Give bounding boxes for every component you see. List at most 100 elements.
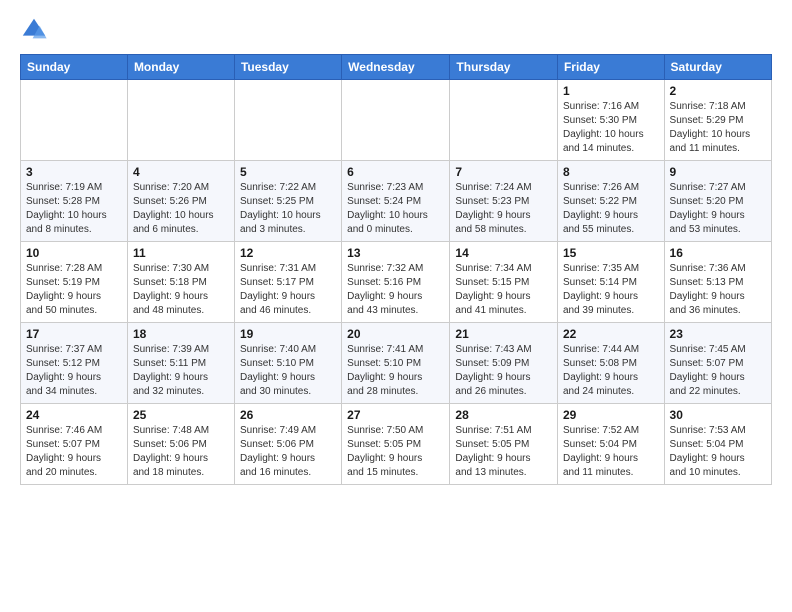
day-info: Sunrise: 7:28 AM Sunset: 5:19 PM Dayligh… (26, 262, 122, 318)
calendar-day-cell: 16 Sunrise: 7:36 AM Sunset: 5:13 PM Dayli… (664, 242, 771, 323)
day-number: 13 (347, 246, 444, 260)
day-number: 16 (670, 246, 766, 260)
day-info: Sunrise: 7:35 AM Sunset: 5:14 PM Dayligh… (563, 262, 659, 318)
day-info: Sunrise: 7:18 AM Sunset: 5:29 PM Dayligh… (670, 100, 766, 156)
calendar-day-cell: 28 Sunrise: 7:51 AM Sunset: 5:05 PM Dayli… (450, 404, 558, 485)
calendar-day-cell: 13Sunrise: 7:32 AM Sunset: 5:16 PM Dayli… (342, 242, 450, 323)
calendar-day-cell (234, 80, 341, 161)
day-number: 19 (240, 327, 336, 341)
calendar-day-cell: 7Sunrise: 7:24 AM Sunset: 5:23 PM Daylig… (450, 161, 558, 242)
calendar-day-cell: 12Sunrise: 7:31 AM Sunset: 5:17 PM Dayli… (234, 242, 341, 323)
calendar-day-cell: 18Sunrise: 7:39 AM Sunset: 5:11 PM Dayli… (127, 323, 234, 404)
calendar-day-cell: 10 Sunrise: 7:28 AM Sunset: 5:19 PM Dayli… (21, 242, 128, 323)
weekday-header: Tuesday (234, 55, 341, 80)
day-number: 23 (670, 327, 766, 341)
calendar-day-cell: 24Sunrise: 7:46 AM Sunset: 5:07 PM Dayli… (21, 404, 128, 485)
day-info: Sunrise: 7:23 AM Sunset: 5:24 PM Dayligh… (347, 181, 444, 237)
weekday-header: Wednesday (342, 55, 450, 80)
day-info: Sunrise: 7:49 AM Sunset: 5:06 PM Dayligh… (240, 424, 336, 480)
day-number: 3 (26, 165, 122, 179)
page: SundayMondayTuesdayWednesdayThursdayFrid… (0, 0, 792, 495)
calendar-day-cell: 21 Sunrise: 7:43 AM Sunset: 5:09 PM Dayli… (450, 323, 558, 404)
day-number: 18 (133, 327, 229, 341)
day-number: 20 (347, 327, 444, 341)
calendar-day-cell: 19 Sunrise: 7:40 AM Sunset: 5:10 PM Dayli… (234, 323, 341, 404)
day-number: 5 (240, 165, 336, 179)
day-number: 17 (26, 327, 122, 341)
day-number: 30 (670, 408, 766, 422)
day-info: Sunrise: 7:41 AM Sunset: 5:10 PM Dayligh… (347, 343, 444, 399)
calendar-day-cell: 20 Sunrise: 7:41 AM Sunset: 5:10 PM Dayli… (342, 323, 450, 404)
calendar-week-row: 1 Sunrise: 7:16 AM Sunset: 5:30 PM Daylig… (21, 80, 772, 161)
day-info: Sunrise: 7:27 AM Sunset: 5:20 PM Dayligh… (670, 181, 766, 237)
weekday-header: Friday (557, 55, 664, 80)
day-info: Sunrise: 7:51 AM Sunset: 5:05 PM Dayligh… (455, 424, 552, 480)
calendar-day-cell: 11 Sunrise: 7:30 AM Sunset: 5:18 PM Dayli… (127, 242, 234, 323)
calendar-day-cell: 27 Sunrise: 7:50 AM Sunset: 5:05 PM Dayli… (342, 404, 450, 485)
calendar-week-row: 3 Sunrise: 7:19 AM Sunset: 5:28 PM Daylig… (21, 161, 772, 242)
logo-icon (20, 16, 48, 44)
calendar-day-cell: 23 Sunrise: 7:45 AM Sunset: 5:07 PM Dayli… (664, 323, 771, 404)
calendar-week-row: 17 Sunrise: 7:37 AM Sunset: 5:12 PM Dayli… (21, 323, 772, 404)
calendar-day-cell (450, 80, 558, 161)
calendar-day-cell: 14 Sunrise: 7:34 AM Sunset: 5:15 PM Dayli… (450, 242, 558, 323)
day-number: 26 (240, 408, 336, 422)
calendar-day-cell: 29 Sunrise: 7:52 AM Sunset: 5:04 PM Dayli… (557, 404, 664, 485)
day-number: 1 (563, 84, 659, 98)
calendar-header-row: SundayMondayTuesdayWednesdayThursdayFrid… (21, 55, 772, 80)
day-number: 29 (563, 408, 659, 422)
day-info: Sunrise: 7:50 AM Sunset: 5:05 PM Dayligh… (347, 424, 444, 480)
weekday-header: Sunday (21, 55, 128, 80)
calendar-day-cell (21, 80, 128, 161)
weekday-header: Thursday (450, 55, 558, 80)
day-info: Sunrise: 7:22 AM Sunset: 5:25 PM Dayligh… (240, 181, 336, 237)
weekday-header: Monday (127, 55, 234, 80)
day-info: Sunrise: 7:36 AM Sunset: 5:13 PM Dayligh… (670, 262, 766, 318)
header (20, 16, 772, 44)
day-info: Sunrise: 7:43 AM Sunset: 5:09 PM Dayligh… (455, 343, 552, 399)
day-number: 6 (347, 165, 444, 179)
day-info: Sunrise: 7:31 AM Sunset: 5:17 PM Dayligh… (240, 262, 336, 318)
day-info: Sunrise: 7:37 AM Sunset: 5:12 PM Dayligh… (26, 343, 122, 399)
calendar-day-cell: 3 Sunrise: 7:19 AM Sunset: 5:28 PM Daylig… (21, 161, 128, 242)
day-number: 4 (133, 165, 229, 179)
day-info: Sunrise: 7:19 AM Sunset: 5:28 PM Dayligh… (26, 181, 122, 237)
day-info: Sunrise: 7:45 AM Sunset: 5:07 PM Dayligh… (670, 343, 766, 399)
calendar-day-cell: 4Sunrise: 7:20 AM Sunset: 5:26 PM Daylig… (127, 161, 234, 242)
day-info: Sunrise: 7:53 AM Sunset: 5:04 PM Dayligh… (670, 424, 766, 480)
day-number: 10 (26, 246, 122, 260)
day-number: 21 (455, 327, 552, 341)
day-info: Sunrise: 7:26 AM Sunset: 5:22 PM Dayligh… (563, 181, 659, 237)
day-number: 14 (455, 246, 552, 260)
day-info: Sunrise: 7:30 AM Sunset: 5:18 PM Dayligh… (133, 262, 229, 318)
calendar-day-cell: 17 Sunrise: 7:37 AM Sunset: 5:12 PM Dayli… (21, 323, 128, 404)
calendar-day-cell (342, 80, 450, 161)
calendar-day-cell: 5 Sunrise: 7:22 AM Sunset: 5:25 PM Daylig… (234, 161, 341, 242)
day-info: Sunrise: 7:52 AM Sunset: 5:04 PM Dayligh… (563, 424, 659, 480)
day-number: 28 (455, 408, 552, 422)
calendar-day-cell: 8 Sunrise: 7:26 AM Sunset: 5:22 PM Daylig… (557, 161, 664, 242)
day-info: Sunrise: 7:40 AM Sunset: 5:10 PM Dayligh… (240, 343, 336, 399)
day-info: Sunrise: 7:34 AM Sunset: 5:15 PM Dayligh… (455, 262, 552, 318)
logo (20, 16, 52, 44)
day-number: 24 (26, 408, 122, 422)
day-number: 27 (347, 408, 444, 422)
calendar-day-cell: 9 Sunrise: 7:27 AM Sunset: 5:20 PM Daylig… (664, 161, 771, 242)
day-number: 22 (563, 327, 659, 341)
calendar-day-cell: 22 Sunrise: 7:44 AM Sunset: 5:08 PM Dayli… (557, 323, 664, 404)
calendar-day-cell: 15 Sunrise: 7:35 AM Sunset: 5:14 PM Dayli… (557, 242, 664, 323)
day-info: Sunrise: 7:44 AM Sunset: 5:08 PM Dayligh… (563, 343, 659, 399)
calendar-day-cell (127, 80, 234, 161)
day-number: 25 (133, 408, 229, 422)
day-number: 2 (670, 84, 766, 98)
day-number: 11 (133, 246, 229, 260)
day-number: 8 (563, 165, 659, 179)
weekday-header: Saturday (664, 55, 771, 80)
day-info: Sunrise: 7:24 AM Sunset: 5:23 PM Dayligh… (455, 181, 552, 237)
calendar-week-row: 24Sunrise: 7:46 AM Sunset: 5:07 PM Dayli… (21, 404, 772, 485)
day-info: Sunrise: 7:16 AM Sunset: 5:30 PM Dayligh… (563, 100, 659, 156)
calendar-day-cell: 1 Sunrise: 7:16 AM Sunset: 5:30 PM Daylig… (557, 80, 664, 161)
day-number: 9 (670, 165, 766, 179)
day-number: 15 (563, 246, 659, 260)
calendar-day-cell: 6 Sunrise: 7:23 AM Sunset: 5:24 PM Daylig… (342, 161, 450, 242)
